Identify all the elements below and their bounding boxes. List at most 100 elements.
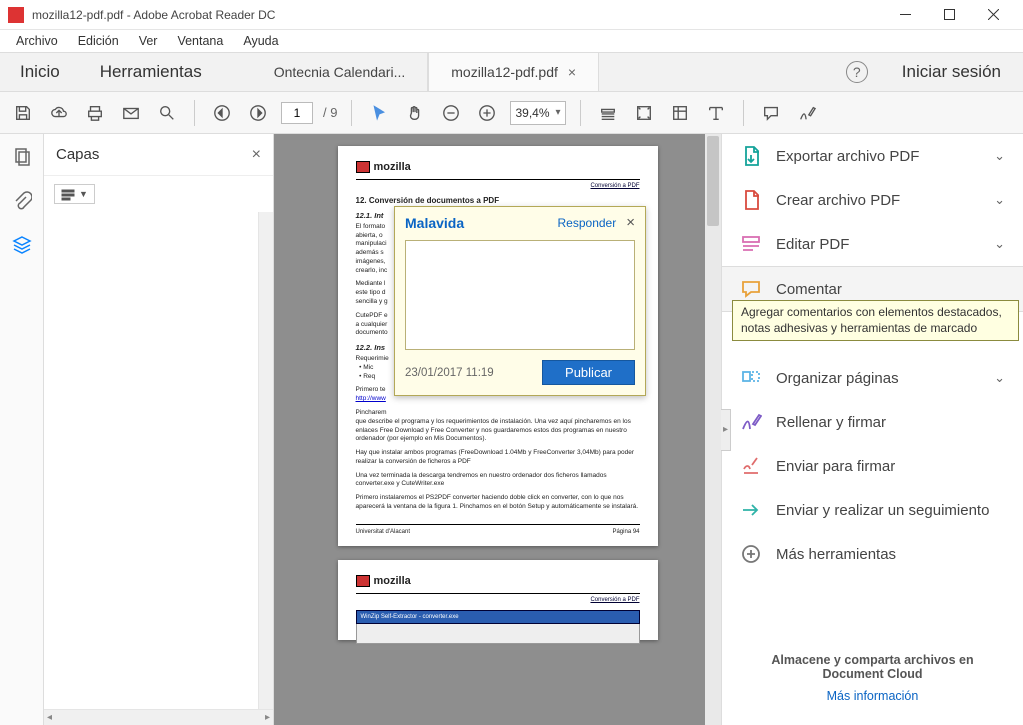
mozilla-logo-icon bbox=[356, 575, 370, 587]
tool-create-pdf[interactable]: Crear archivo PDF ⌄ bbox=[722, 178, 1023, 222]
close-button[interactable] bbox=[971, 1, 1015, 29]
help-icon[interactable]: ? bbox=[846, 61, 868, 83]
next-page-icon[interactable] bbox=[245, 100, 271, 126]
print-icon[interactable] bbox=[82, 100, 108, 126]
toolbar: / 9 39,4% bbox=[0, 92, 1023, 134]
minimize-button[interactable] bbox=[883, 1, 927, 29]
conv-link: Conversión a PDF bbox=[356, 596, 640, 604]
tool-send-sign[interactable]: Enviar para firmar bbox=[722, 444, 1023, 488]
send-track-icon bbox=[740, 499, 762, 521]
doc-vscroll[interactable] bbox=[705, 134, 721, 725]
comment-close-icon[interactable]: × bbox=[626, 214, 635, 231]
comment-textarea[interactable] bbox=[405, 240, 635, 350]
scroll-down-icon[interactable]: ▾ bbox=[261, 681, 271, 691]
send-sign-icon bbox=[740, 455, 762, 477]
fill-sign-icon bbox=[740, 411, 762, 433]
menu-ayuda[interactable]: Ayuda bbox=[235, 32, 286, 50]
doc-tab-2[interactable]: mozilla12-pdf.pdf × bbox=[428, 53, 599, 91]
comment-author: Malavida bbox=[405, 215, 558, 231]
chevron-down-icon: ⌄ bbox=[994, 236, 1005, 252]
comment-publish-button[interactable]: Publicar bbox=[542, 360, 635, 385]
tool-fill-sign[interactable]: Rellenar y firmar bbox=[722, 400, 1023, 444]
zoom-value: 39,4% bbox=[515, 106, 549, 120]
doc-tab-1[interactable]: Ontecnia Calendari... bbox=[252, 53, 429, 91]
menu-bar: Archivo Edición Ver Ventana Ayuda bbox=[0, 30, 1023, 52]
comment-reply-link[interactable]: Responder bbox=[558, 216, 617, 230]
create-pdf-icon bbox=[740, 189, 762, 211]
footer-right: Página 94 bbox=[612, 528, 639, 536]
hand-icon[interactable] bbox=[402, 100, 428, 126]
chevron-down-icon: ⌄ bbox=[994, 192, 1005, 208]
comment-popup: Malavida Responder × 23/01/2017 11:19 Pu… bbox=[394, 206, 646, 396]
fullscreen-icon[interactable] bbox=[667, 100, 693, 126]
organize-icon bbox=[740, 367, 762, 389]
tool-more-tools[interactable]: Más herramientas bbox=[722, 532, 1023, 576]
comment-tool-icon bbox=[740, 278, 762, 300]
chevron-down-icon: ⌄ bbox=[994, 370, 1005, 386]
cloud-promo: Almacene y comparta archivos en Document… bbox=[722, 639, 1023, 725]
menu-archivo[interactable]: Archivo bbox=[8, 32, 66, 50]
panel-title: Capas bbox=[56, 146, 252, 163]
export-pdf-icon bbox=[740, 145, 762, 167]
layers-list: ▴ ▾ bbox=[44, 212, 273, 709]
search-icon[interactable] bbox=[154, 100, 180, 126]
panel-hscroll[interactable]: ◂▸ bbox=[44, 709, 273, 725]
chevron-down-icon: ⌄ bbox=[994, 148, 1005, 164]
thumbnails-icon[interactable] bbox=[9, 144, 35, 170]
edit-pdf-icon bbox=[740, 233, 762, 255]
email-icon[interactable] bbox=[118, 100, 144, 126]
save-icon[interactable] bbox=[10, 100, 36, 126]
tools-panel: ▸ Exportar archivo PDF ⌄ Crear archivo P… bbox=[721, 134, 1023, 725]
tab-herramientas[interactable]: Herramientas bbox=[80, 53, 222, 91]
menu-ver[interactable]: Ver bbox=[131, 32, 166, 50]
cloud-icon[interactable] bbox=[46, 100, 72, 126]
main-tab-bar: Inicio Herramientas Ontecnia Calendari..… bbox=[0, 52, 1023, 92]
signin-button[interactable]: Iniciar sesión bbox=[880, 53, 1023, 91]
prev-page-icon[interactable] bbox=[209, 100, 235, 126]
app-icon bbox=[8, 7, 24, 23]
tool-export-pdf[interactable]: Exportar archivo PDF ⌄ bbox=[722, 134, 1023, 178]
pdf-page-2: mozilla Conversión a PDF WinZip Self-Ext… bbox=[338, 560, 658, 640]
more-tools-icon bbox=[740, 543, 762, 565]
promo-link[interactable]: Más información bbox=[827, 689, 919, 703]
mozilla-logo-icon bbox=[356, 161, 370, 173]
layers-icon[interactable] bbox=[9, 232, 35, 258]
doc-tab-2-label: mozilla12-pdf.pdf bbox=[451, 64, 558, 80]
layers-panel: Capas × ▼ ▴ ▾ ◂▸ bbox=[44, 134, 274, 725]
panel-close-icon[interactable]: × bbox=[252, 146, 261, 164]
menu-edicion[interactable]: Edición bbox=[70, 32, 127, 50]
attachments-icon[interactable] bbox=[9, 188, 35, 214]
comment-icon[interactable] bbox=[758, 100, 784, 126]
tab-inicio[interactable]: Inicio bbox=[0, 53, 80, 91]
brand-label: mozilla bbox=[374, 160, 411, 175]
pointer-icon[interactable] bbox=[366, 100, 392, 126]
page-total-label: / 9 bbox=[323, 105, 337, 120]
footer-left: Universitat d'Alacant bbox=[356, 528, 411, 536]
title-bar: mozilla12-pdf.pdf - Adobe Acrobat Reader… bbox=[0, 0, 1023, 30]
maximize-button[interactable] bbox=[927, 1, 971, 29]
scroll-up-icon[interactable]: ▴ bbox=[261, 214, 271, 224]
sign-icon[interactable] bbox=[794, 100, 820, 126]
page-number-input[interactable] bbox=[281, 102, 313, 124]
fit-width-icon[interactable] bbox=[595, 100, 621, 126]
tool-send-track[interactable]: Enviar y realizar un seguimiento bbox=[722, 488, 1023, 532]
doc-tab-1-label: Ontecnia Calendari... bbox=[274, 64, 406, 80]
panel-collapse-handle[interactable]: ▸ bbox=[721, 409, 731, 451]
close-tab-icon[interactable]: × bbox=[568, 64, 576, 80]
comment-date: 23/01/2017 11:19 bbox=[405, 367, 542, 379]
zoom-select[interactable]: 39,4% bbox=[510, 101, 565, 125]
fit-page-icon[interactable] bbox=[631, 100, 657, 126]
window-title: mozilla12-pdf.pdf - Adobe Acrobat Reader… bbox=[32, 8, 883, 22]
promo-title: Almacene y comparta archivos en Document… bbox=[752, 653, 993, 681]
zoom-in-icon[interactable] bbox=[474, 100, 500, 126]
tooltip: Agregar comentarios con elementos destac… bbox=[732, 300, 1019, 341]
brand-label: mozilla bbox=[374, 574, 411, 589]
zoom-out-icon[interactable] bbox=[438, 100, 464, 126]
tool-organize-pages[interactable]: Organizar páginas ⌄ bbox=[722, 356, 1023, 400]
conv-link: Conversión a PDF bbox=[356, 182, 640, 190]
menu-ventana[interactable]: Ventana bbox=[169, 32, 231, 50]
tool-edit-pdf[interactable]: Editar PDF ⌄ bbox=[722, 222, 1023, 266]
document-viewport[interactable]: mozilla Conversión a PDF 12. Conversión … bbox=[274, 134, 721, 725]
panel-options-button[interactable]: ▼ bbox=[54, 184, 95, 204]
read-mode-icon[interactable] bbox=[703, 100, 729, 126]
